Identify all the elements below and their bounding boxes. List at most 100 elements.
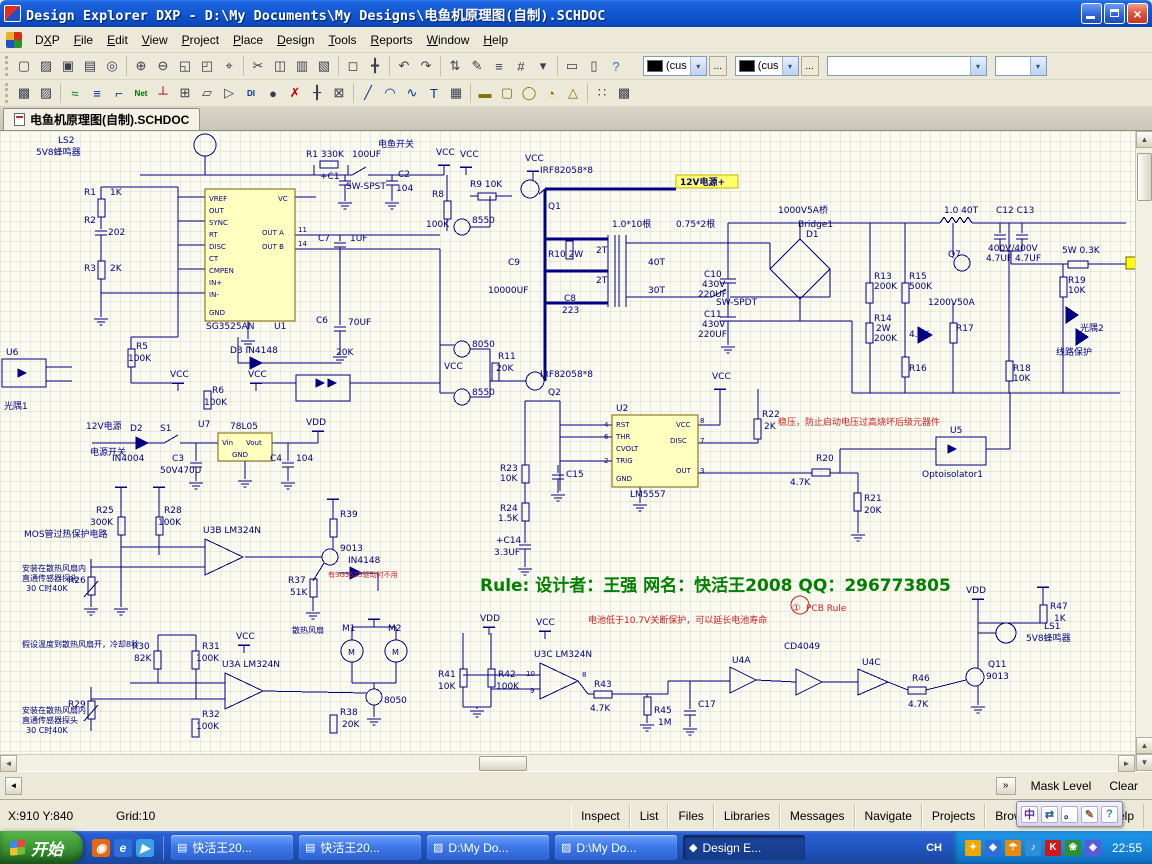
draw-pie-icon[interactable]: ◔ [540,82,562,104]
menu-tools[interactable]: Tools [322,29,364,51]
cut-icon[interactable]: ✂ [247,55,269,77]
taskbar-button-4[interactable]: ▨D:\My Do... [555,835,677,860]
toolbar-grip[interactable] [5,83,8,103]
tray-icon-2[interactable]: ◆ [985,840,1001,856]
draw-line-icon[interactable]: ╱ [357,82,379,104]
zoom-area-icon[interactable]: ◱ [174,55,196,77]
taskbar-button-1[interactable]: ▤快活王20... [171,835,293,860]
draw-arc-icon[interactable]: ◠ [379,82,401,104]
panel-button-list[interactable]: List [630,804,669,828]
grid-settings-icon[interactable]: # [510,55,532,77]
draw-round-rect-icon[interactable]: ▢ [496,82,518,104]
horizontal-scrollbar[interactable]: ◄ ► [0,754,1135,771]
tab-scroll-left-icon[interactable]: ◄ [5,777,22,795]
menu-dxp[interactable]: DXP [28,29,67,51]
new-document-icon[interactable]: ▢ [13,55,35,77]
place-wire-icon[interactable]: ≈ [64,82,86,104]
menu-project[interactable]: Project [175,29,226,51]
vertical-scroll-thumb[interactable] [1137,153,1152,201]
place-table-icon[interactable]: ▦ [445,82,467,104]
horizontal-scroll-thumb[interactable] [479,756,527,771]
select-area-icon[interactable]: ◻ [342,55,364,77]
chevron-down-icon[interactable]: ▾ [970,57,986,75]
draw-rect-icon[interactable]: ▬ [474,82,496,104]
place-text-icon[interactable]: T [423,82,445,104]
toolbar-grip[interactable] [5,56,8,76]
open-document-icon[interactable]: ▨ [35,55,57,77]
ime-language-bar[interactable]: 中⇄。✎? [1016,801,1123,827]
renumber-icon[interactable]: ≡ [488,55,510,77]
start-button[interactable]: 开始 [0,831,83,864]
document-tab[interactable]: 电鱼机原理图(自制).SCHDOC [3,108,200,130]
quick-launch-media-icon[interactable]: ▶ [136,839,154,857]
menu-help[interactable]: Help [476,29,515,51]
draw-curve-icon[interactable]: ∿ [401,82,423,104]
undo-icon[interactable]: ↶ [393,55,415,77]
close-button[interactable]: × [1127,3,1148,24]
panel-button-inspect[interactable]: Inspect [571,804,630,828]
annotate-icon[interactable]: ✎ [466,55,488,77]
menu-reports[interactable]: Reports [364,29,420,51]
zoom-document-icon[interactable]: ◰ [196,55,218,77]
panel-button-files[interactable]: Files [668,804,713,828]
save-icon[interactable]: ▣ [57,55,79,77]
panel-options-icon[interactable]: » [996,777,1016,795]
draw-ellipse-icon[interactable]: ◯ [518,82,540,104]
fill-browse-button[interactable]: ... [801,56,819,76]
print-preview-icon[interactable]: ◎ [101,55,123,77]
paste-array-icon[interactable]: ∷ [591,82,613,104]
align-icon[interactable]: ⇅ [444,55,466,77]
component-icon[interactable]: ▯ [583,55,605,77]
menu-file[interactable]: File [67,29,100,51]
rubber-stamp-icon[interactable]: ▧ [313,55,335,77]
grid-dropdown-icon[interactable]: ▾ [532,55,554,77]
menu-window[interactable]: Window [420,29,477,51]
tray-icon-1[interactable]: ✦ [965,840,981,856]
place-bus-entry-icon[interactable]: ⌐ [108,82,130,104]
taskbar-button-5[interactable]: ◆Design E... [683,835,805,860]
redo-icon[interactable]: ↷ [415,55,437,77]
tray-icon-6[interactable]: ❀ [1065,840,1081,856]
menu-place[interactable]: Place [226,29,270,51]
place-directive-icon[interactable]: ⊠ [328,82,350,104]
place-net-label-icon[interactable]: Net [130,82,152,104]
ime-icon-2[interactable]: ⇄ [1041,806,1058,823]
tray-icon-7[interactable]: ◈ [1085,840,1101,856]
paste-icon[interactable]: ▥ [291,55,313,77]
tray-icon-5[interactable]: K [1045,840,1061,856]
scroll-left-icon[interactable]: ◄ [0,755,17,772]
schematic-viewport[interactable]: LS25V8蜂鸣器R1 330K100UF电鱼开关SW-SPSTVCCVCCVC… [0,131,1135,754]
title-bar[interactable]: Design Explorer DXP - D:\My Documents\My… [0,0,1152,27]
help-icon[interactable]: ? [605,55,627,77]
ime-icon-3[interactable]: 。 [1061,806,1078,823]
scroll-up-icon[interactable]: ▲ [1136,131,1152,148]
taskbar-button-2[interactable]: ▤快活王20... [299,835,421,860]
tray-icon-4[interactable]: ♪ [1025,840,1041,856]
language-indicator[interactable]: CH [919,838,949,858]
chevron-down-icon[interactable]: ▾ [782,57,798,75]
zoom-selection-icon[interactable]: ⌖ [218,55,240,77]
zoom-out-icon[interactable]: ⊖ [152,55,174,77]
new-sheet-icon[interactable]: ▨ [35,82,57,104]
ime-icon-5[interactable]: ? [1101,806,1118,823]
menu-design[interactable]: Design [270,29,321,51]
menu-edit[interactable]: Edit [100,29,135,51]
chevron-down-icon[interactable]: ▾ [1030,57,1046,75]
restore-button[interactable] [1104,3,1125,24]
variant-combo[interactable]: ▾ [827,56,987,76]
panel-button-libraries[interactable]: Libraries [714,804,780,828]
panel-button-messages[interactable]: Messages [780,804,855,828]
place-probe-icon[interactable]: ╂ [306,82,328,104]
chevron-down-icon[interactable]: ▾ [690,57,706,75]
quick-launch-ie-icon[interactable]: e [114,839,132,857]
scale-combo[interactable]: ▾ [995,56,1047,76]
draw-polygon-icon[interactable]: △ [562,82,584,104]
move-selection-icon[interactable]: ╋ [364,55,386,77]
browse-library-icon[interactable]: ▭ [561,55,583,77]
zoom-in-icon[interactable]: ⊕ [130,55,152,77]
print-icon[interactable]: ▤ [79,55,101,77]
scroll-down-icon[interactable]: ▼ [1136,754,1152,771]
place-digital-device-icon[interactable]: DI [240,82,262,104]
panel-button-projects[interactable]: Projects [922,804,985,828]
schematic-canvas[interactable]: LS25V8蜂鸣器R1 330K100UF电鱼开关SW-SPSTVCCVCCVC… [0,131,1135,754]
